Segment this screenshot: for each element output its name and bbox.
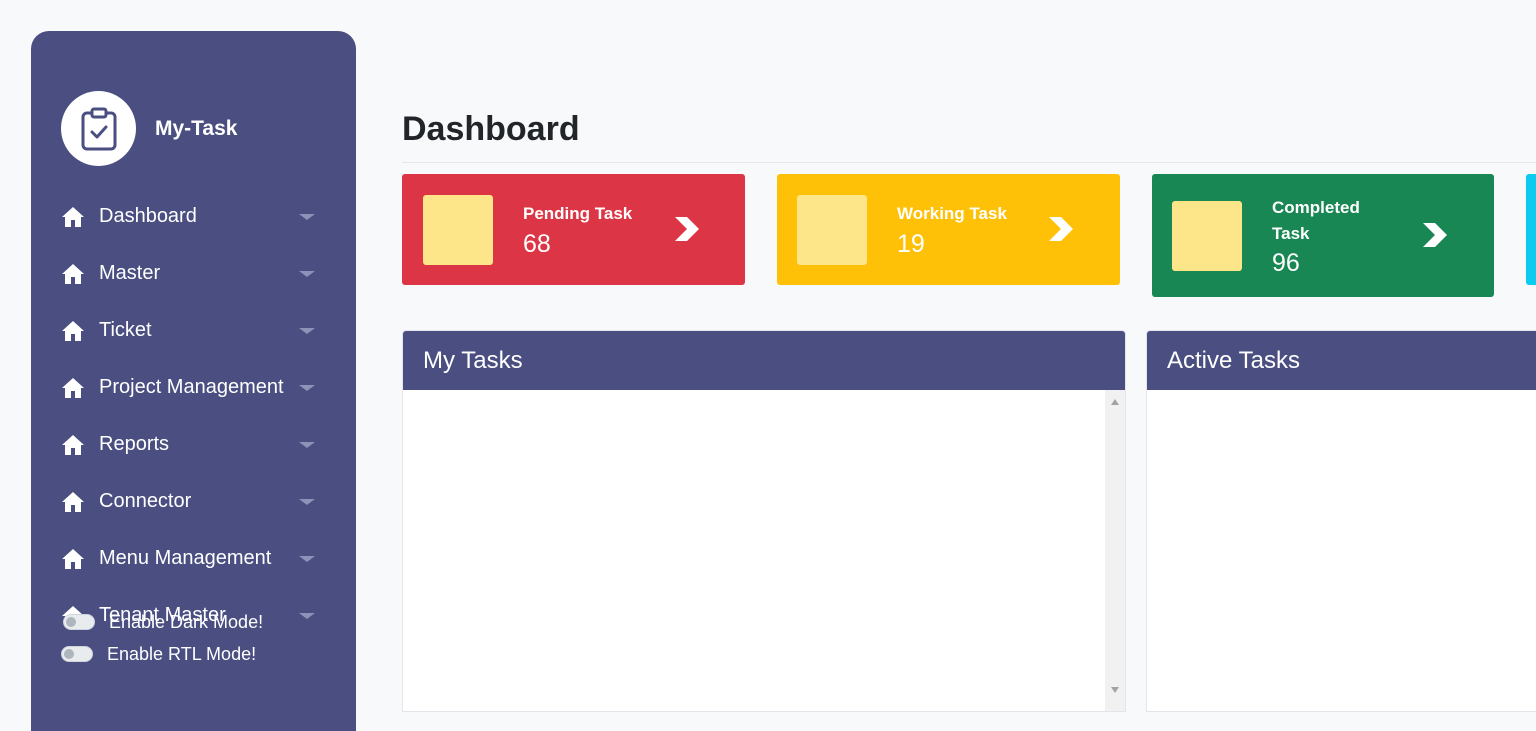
sidebar-item-reports[interactable]: Reports xyxy=(61,416,321,473)
caret-down-icon xyxy=(299,556,315,562)
mode-toggles: Enable Dark Mode! Enable RTL Mode! xyxy=(60,606,263,670)
sidebar-item-dashboard[interactable]: Dashboard xyxy=(61,188,321,245)
card-label-line2: Task xyxy=(1272,224,1310,243)
rtl-mode-label: Enable RTL Mode! xyxy=(107,643,257,664)
card-label: Pending Task xyxy=(523,204,633,223)
card-count: 96 xyxy=(1272,249,1300,277)
chevron-right-icon[interactable] xyxy=(672,214,702,244)
brand[interactable]: My-Task xyxy=(61,91,237,166)
card-label: Working Task xyxy=(897,204,1007,223)
my-tasks-panel: My Tasks xyxy=(402,330,1126,712)
sidebar-item-label: Master xyxy=(99,262,161,284)
card-thumbnail xyxy=(423,195,493,265)
dark-mode-toggle-row: Enable Dark Mode! xyxy=(63,606,263,638)
card-thumbnail xyxy=(1172,201,1242,271)
rtl-mode-toggle-row: Enable RTL Mode! xyxy=(61,638,263,670)
page-title: Dashboard xyxy=(402,110,580,148)
clipboard-check-icon xyxy=(61,91,136,166)
scroll-up-icon[interactable] xyxy=(1111,399,1119,405)
sidebar-item-connector[interactable]: Connector xyxy=(61,473,321,530)
dark-mode-switch[interactable] xyxy=(63,614,95,630)
sidebar-item-label: Connector xyxy=(99,490,192,512)
home-icon xyxy=(62,320,84,341)
app-name: My-Task xyxy=(155,116,238,140)
caret-down-icon xyxy=(299,271,315,277)
sidebar-item-ticket[interactable]: Ticket xyxy=(61,302,321,359)
completed-task-card[interactable]: Completed Task 96 xyxy=(1152,174,1494,297)
active-tasks-panel: Active Tasks xyxy=(1146,330,1536,712)
card-count: 68 xyxy=(523,230,551,258)
caret-down-icon xyxy=(299,613,315,619)
my-tasks-header: My Tasks xyxy=(403,331,1125,390)
card-thumbnail xyxy=(797,195,867,265)
card-label-line1: Completed xyxy=(1272,198,1360,217)
caret-down-icon xyxy=(299,214,315,220)
home-icon xyxy=(62,206,84,227)
sidebar-item-label: Project Management xyxy=(99,376,284,398)
partial-card[interactable] xyxy=(1526,174,1536,285)
caret-down-icon xyxy=(299,328,315,334)
chevron-right-icon[interactable] xyxy=(1046,214,1076,244)
scroll-down-icon[interactable] xyxy=(1111,687,1119,693)
vertical-scrollbar[interactable] xyxy=(1105,390,1125,711)
home-icon xyxy=(62,377,84,398)
caret-down-icon xyxy=(299,385,315,391)
panel-title: My Tasks xyxy=(423,346,523,374)
caret-down-icon xyxy=(299,499,315,505)
chevron-right-icon[interactable] xyxy=(1420,220,1450,250)
sidebar-item-label: Reports xyxy=(99,433,170,455)
caret-down-icon xyxy=(299,442,315,448)
title-divider xyxy=(402,162,1536,163)
sidebar-nav: Dashboard Master Ticket Project Manageme… xyxy=(61,188,321,644)
sidebar-item-label: Ticket xyxy=(99,319,152,341)
working-task-card[interactable]: Working Task 19 xyxy=(777,174,1120,285)
sidebar-item-project-management[interactable]: Project Management xyxy=(61,359,321,416)
sidebar-item-label: Menu Management xyxy=(99,547,272,569)
home-icon xyxy=(62,548,84,569)
sidebar-item-menu-management[interactable]: Menu Management xyxy=(61,530,321,587)
rtl-mode-switch[interactable] xyxy=(61,646,93,662)
sidebar-item-master[interactable]: Master xyxy=(61,245,321,302)
pending-task-card[interactable]: Pending Task 68 xyxy=(402,174,745,285)
home-icon xyxy=(62,434,84,455)
home-icon xyxy=(62,263,84,284)
card-count: 19 xyxy=(897,230,925,258)
home-icon xyxy=(62,491,84,512)
dark-mode-label: Enable Dark Mode! xyxy=(109,611,264,632)
active-tasks-header: Active Tasks xyxy=(1147,331,1536,390)
sidebar-item-label: Dashboard xyxy=(99,205,197,227)
panel-title: Active Tasks xyxy=(1167,346,1300,374)
